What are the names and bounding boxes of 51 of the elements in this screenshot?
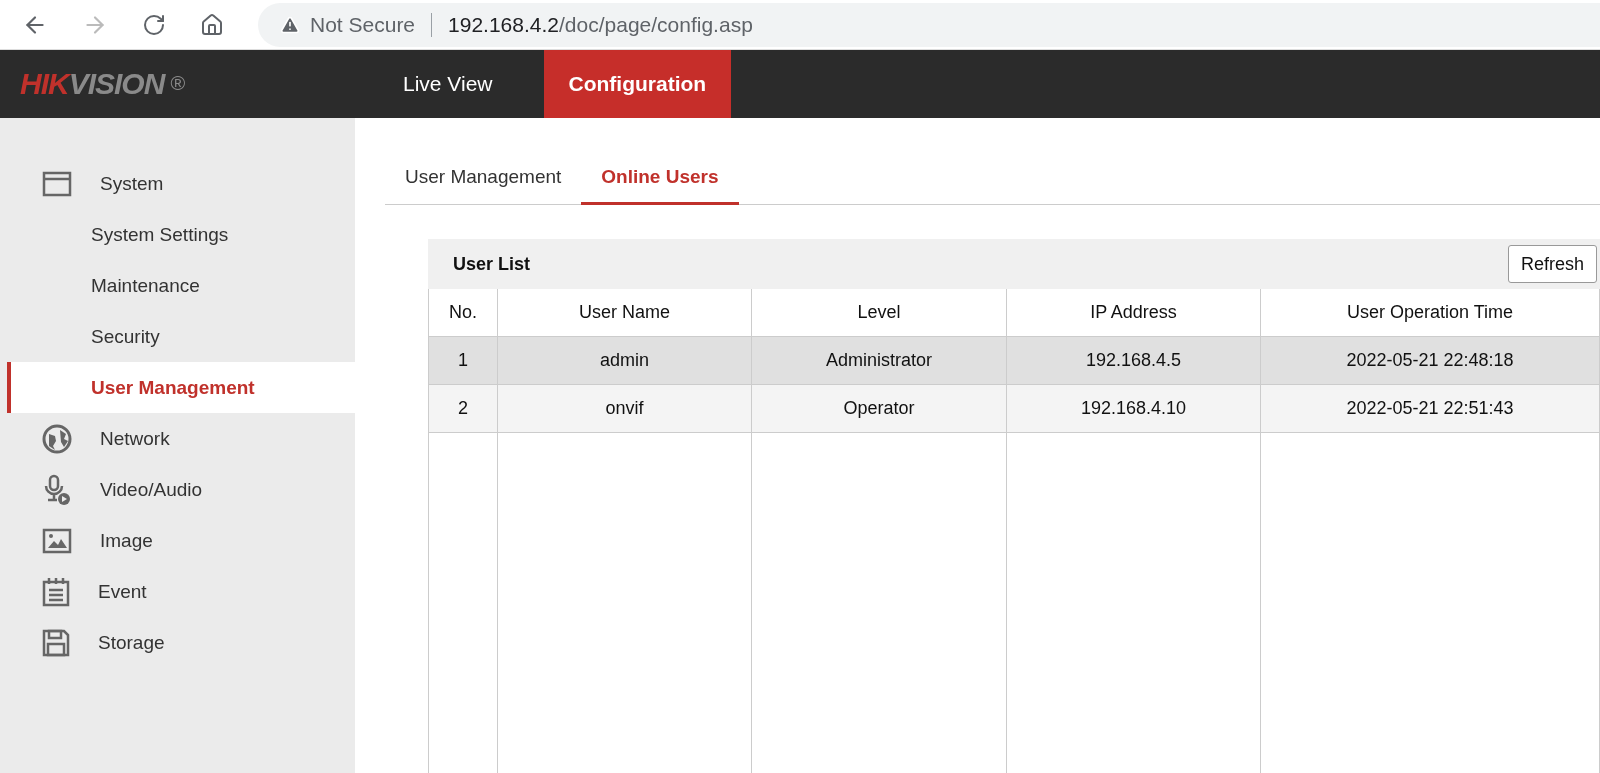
column-header: No. — [429, 289, 498, 337]
nav-tab[interactable]: Configuration — [543, 50, 732, 118]
table-cell: 2022-05-21 22:51:43 — [1261, 385, 1600, 433]
image-icon — [42, 527, 72, 554]
table-cell: 1 — [429, 337, 498, 385]
table-cell: 2022-05-21 22:48:18 — [1261, 337, 1600, 385]
warning-icon — [280, 14, 300, 35]
microphone-play-icon — [42, 473, 72, 506]
sidebar-item[interactable]: Image — [0, 515, 355, 566]
table-cell: Operator — [752, 385, 1007, 433]
table-cell: 2 — [429, 385, 498, 433]
logo-text: HIK — [20, 67, 69, 101]
sidebar-subitem[interactable]: System Settings — [0, 209, 355, 260]
calendar-list-icon — [42, 576, 70, 607]
column-header: User Operation Time — [1261, 289, 1600, 337]
sidebar-item[interactable]: Network — [0, 413, 355, 464]
refresh-button[interactable]: Refresh — [1507, 245, 1597, 283]
sidebar-subitem[interactable]: User Management — [7, 362, 355, 413]
address-bar[interactable]: Not Secure 192.168.4.2/doc/page/config.asp — [258, 2, 1600, 47]
panel-title: User List — [453, 253, 531, 275]
sidebar-item[interactable]: Storage — [0, 617, 355, 668]
reload-icon[interactable] — [142, 12, 166, 37]
sidebar-label: Video/Audio — [100, 478, 203, 501]
nav-tab[interactable]: Live View — [378, 50, 518, 118]
url-path: /doc/page/config.asp — [559, 12, 753, 37]
security-label: Not Secure — [310, 12, 416, 37]
sidebar-label: Storage — [98, 631, 165, 654]
table-cell: 192.168.4.5 — [1007, 337, 1261, 385]
window-icon — [42, 170, 72, 197]
column-header: IP Address — [1007, 289, 1261, 337]
column-header: Level — [752, 289, 1007, 337]
table-cell: 192.168.4.10 — [1007, 385, 1261, 433]
sidebar-item[interactable]: Event — [0, 566, 355, 617]
sidebar-label: System — [100, 172, 164, 195]
registered-mark: ® — [170, 72, 185, 95]
sidebar-item[interactable]: Video/Audio — [0, 464, 355, 515]
sidebar-label: Event — [98, 580, 147, 603]
sidebar-subitem[interactable]: Maintenance — [0, 260, 355, 311]
table-cell: onvif — [498, 385, 752, 433]
table-cell: Administrator — [752, 337, 1007, 385]
table-cell: admin — [498, 337, 752, 385]
tab[interactable]: User Management — [385, 152, 582, 205]
url-host: 192.168.4.2 — [448, 12, 559, 37]
tab[interactable]: Online Users — [581, 152, 739, 205]
sidebar-label: Network — [100, 427, 170, 450]
globe-icon — [42, 423, 72, 454]
sidebar-subitem[interactable]: Security — [0, 311, 355, 362]
column-header: User Name — [498, 289, 752, 337]
sidebar-label: Image — [100, 529, 153, 552]
home-icon[interactable] — [200, 12, 224, 37]
sidebar-item[interactable]: System — [0, 158, 355, 209]
